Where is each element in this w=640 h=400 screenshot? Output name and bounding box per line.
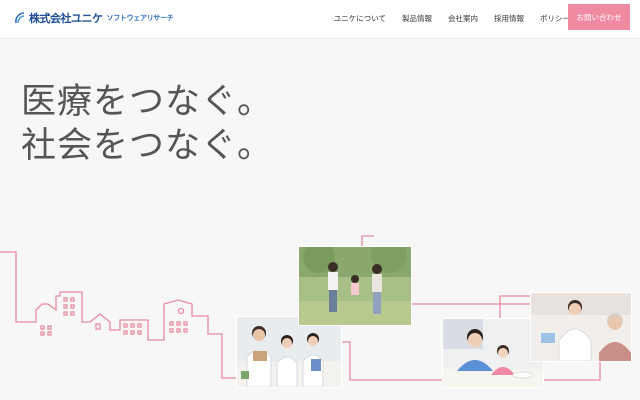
family-park-photo [298, 246, 412, 326]
hero-title: 医療をつなぐ。 社会をつなぐ。 [21, 80, 273, 168]
hero-line-2: 社会をつなぐ。 [21, 126, 274, 166]
nav-item-policy[interactable]: ポリシー [540, 13, 570, 24]
company-logo[interactable]: 株式会社ユニケ ソフトウェアリサーチ [14, 9, 174, 27]
nav-item-company[interactable]: 会社案内 [448, 13, 478, 24]
nav-item-products[interactable]: 製品情報 [402, 13, 432, 24]
logo-company-name: 株式会社ユニケ [29, 12, 103, 25]
logo-mark-icon [15, 12, 25, 24]
family-home-photo [442, 318, 544, 388]
hero-line-1: 医療をつなぐ。 [21, 82, 274, 122]
contact-button[interactable]: お問い合わせ [568, 4, 630, 30]
logo-company-sub: ソフトウェアリサーチ [106, 14, 174, 22]
nav-item-about[interactable]: ユニケについて [334, 13, 386, 24]
medical-staff-photo [236, 316, 342, 388]
main-nav: ユニケについて 製品情報 会社案内 採用情報 ポリシー [334, 0, 570, 36]
nav-item-recruit[interactable]: 採用情報 [494, 13, 524, 24]
site-header: 株式会社ユニケ ソフトウェアリサーチ ユニケについて 製品情報 会社案内 採用情… [0, 0, 640, 39]
nurse-patient-photo [530, 292, 632, 362]
